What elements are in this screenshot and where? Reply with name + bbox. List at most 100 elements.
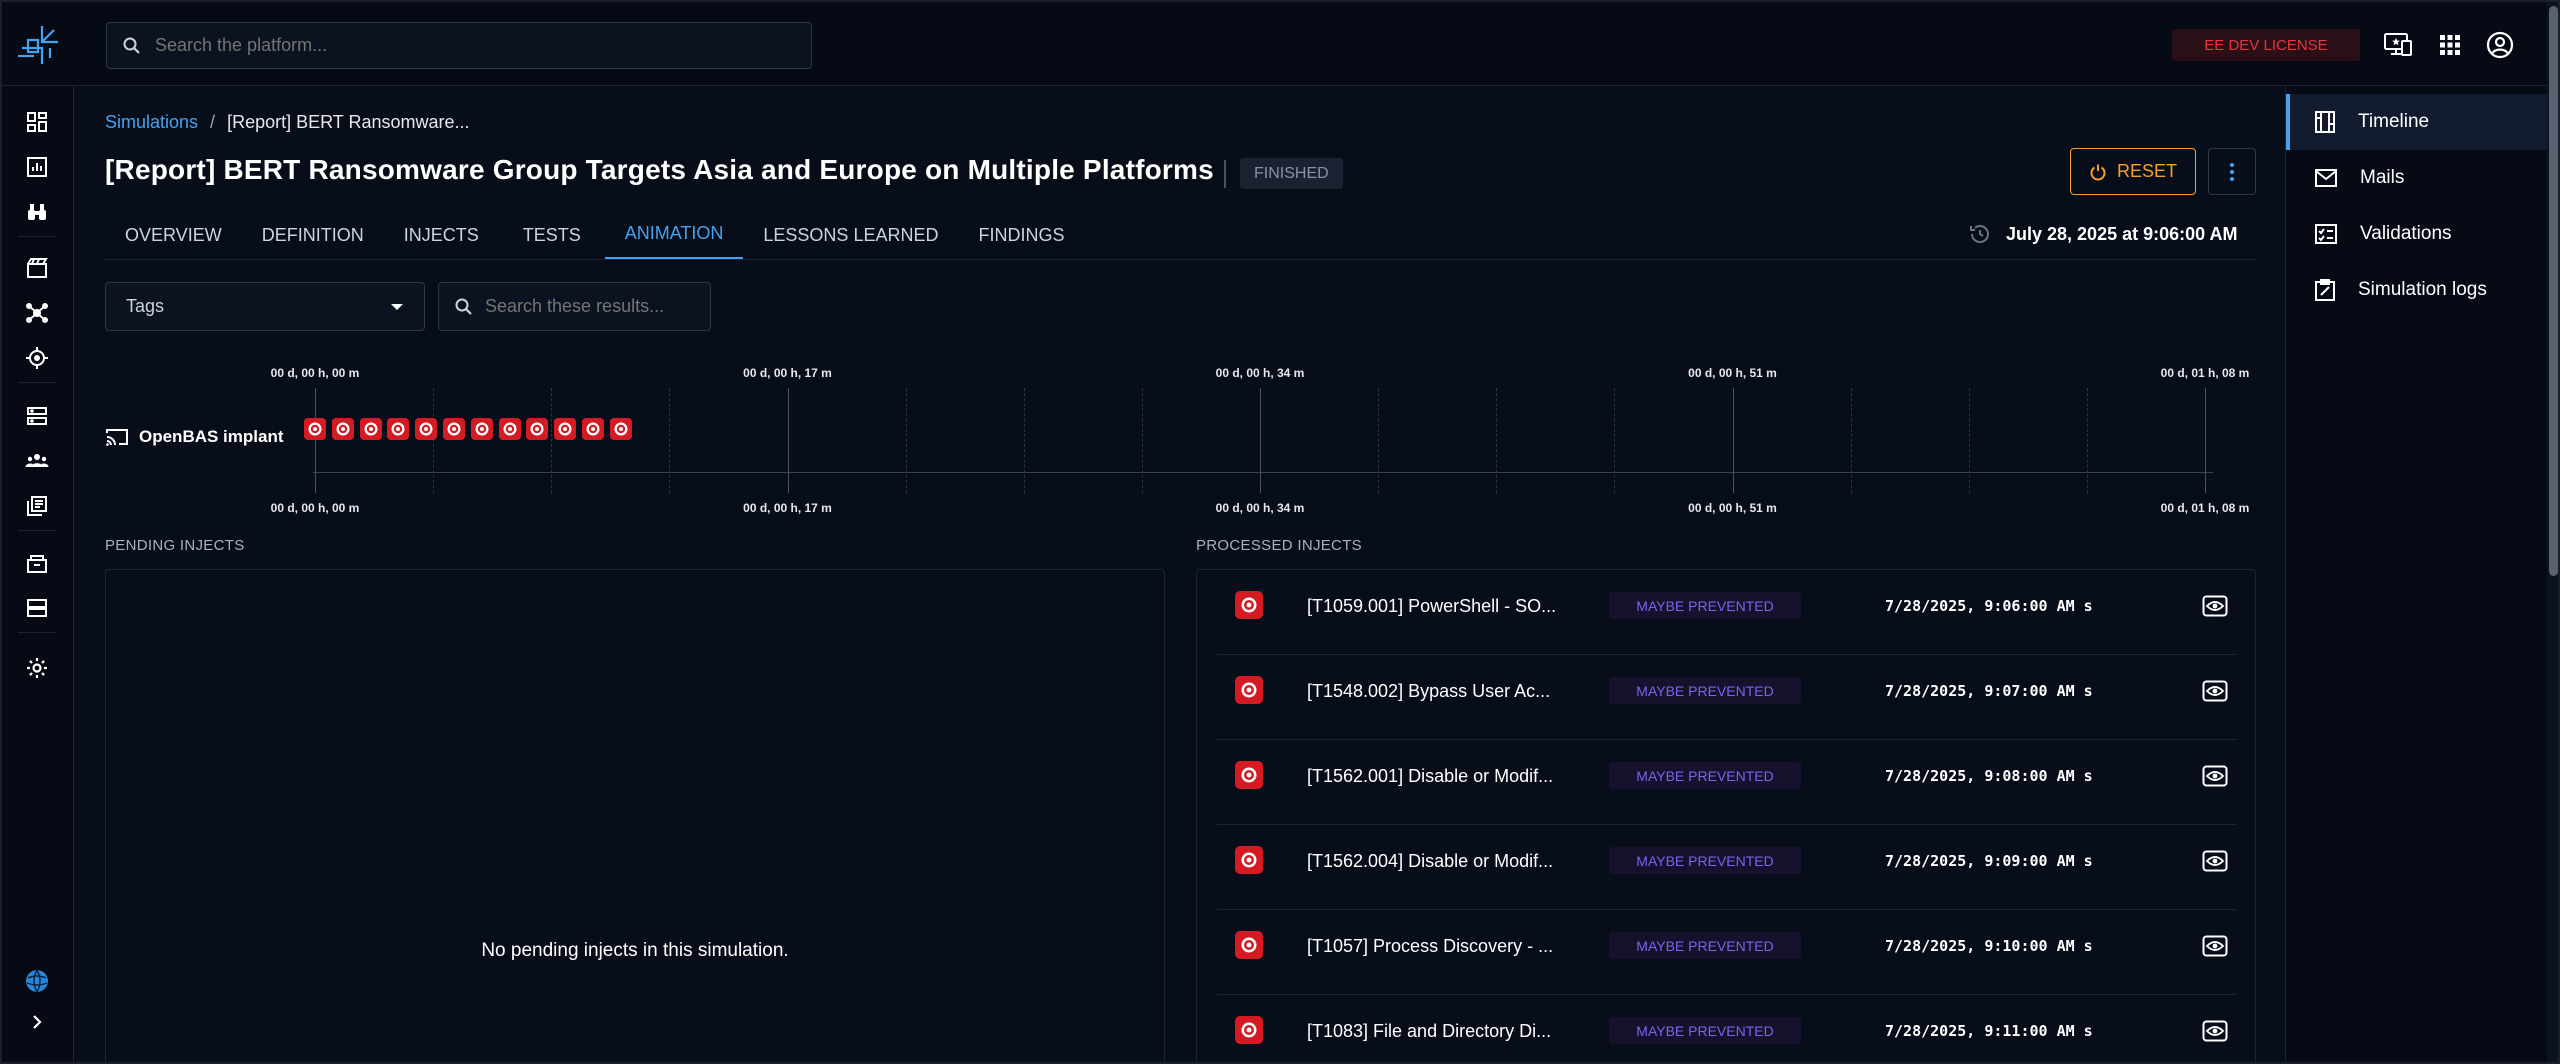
timeline-tick-top: 00 d, 01 h, 08 m — [2160, 366, 2250, 380]
tab-animation[interactable]: ANIMATION — [604, 210, 744, 260]
breadcrumb: Simulations / [Report] BERT Ransomware..… — [105, 112, 470, 133]
timeline-inject-marker[interactable] — [554, 418, 577, 440]
tags-filter-select[interactable]: Tags — [105, 282, 425, 331]
search-icon — [123, 37, 140, 54]
inject-target-icon — [1235, 1016, 1263, 1044]
view-inject-eye-icon[interactable] — [2201, 847, 2229, 875]
timeline-axis — [313, 472, 2213, 473]
assets-storage-icon[interactable] — [23, 402, 51, 430]
inject-status-badge: MAYBE PREVENTED — [1609, 762, 1801, 789]
view-inject-eye-icon[interactable] — [2201, 762, 2229, 790]
timeline-tick-top: 00 d, 00 h, 17 m — [743, 366, 832, 380]
inject-target-icon — [1235, 761, 1263, 789]
timeline-minor-gridline — [1023, 388, 1025, 493]
timeline-inject-marker[interactable] — [526, 418, 549, 440]
breadcrumb-simulations-link[interactable]: Simulations — [105, 112, 198, 133]
injects-timeline: OpenBAS implant 00 d, 00 h, 00 m 00 d, 00… — [105, 360, 2265, 520]
settings-gear-icon[interactable] — [23, 654, 51, 682]
platform-search-field[interactable] — [106, 22, 812, 69]
inject-name: [T1059.001] PowerShell - SO... — [1307, 596, 1557, 616]
filigran-globe-icon[interactable] — [23, 967, 51, 995]
crosshair-target-icon[interactable] — [23, 344, 51, 372]
teams-people-icon[interactable] — [23, 447, 51, 475]
payloads-package-icon[interactable] — [23, 549, 51, 577]
dashboard-icon[interactable] — [23, 108, 51, 136]
breadcrumb-current: [Report] BERT Ransomware... — [227, 112, 470, 132]
desktop-star-icon[interactable] — [2382, 29, 2414, 61]
search-icon — [455, 298, 472, 315]
tab-injects[interactable]: INJECTS — [384, 210, 499, 260]
rightnav-timeline[interactable]: Timeline — [2286, 94, 2548, 150]
processed-inject-row[interactable]: [T1562.001] Disable or Modif... MAYBE PRE… — [1217, 740, 2237, 825]
timeline-inject-marker[interactable] — [359, 418, 382, 440]
tab-definition[interactable]: DEFINITION — [242, 210, 384, 260]
inject-name: [T1562.004] Disable or Modif... — [1307, 851, 1554, 871]
inject-target-icon — [1235, 676, 1263, 704]
inject-execution-time: 7/28/2025, 9:11:00 AM s — [1885, 1022, 2093, 1040]
library-components-icon[interactable] — [23, 492, 51, 520]
timeline-inject-marker[interactable] — [442, 418, 465, 440]
inject-execution-time: 7/28/2025, 9:07:00 AM s — [1885, 682, 2093, 700]
apps-grid-icon[interactable] — [2434, 29, 2466, 61]
rightnav-validations[interactable]: Validations — [2286, 206, 2548, 262]
account-circle-icon[interactable] — [2484, 29, 2516, 61]
processed-inject-row[interactable]: [T1562.004] Disable or Modif... MAYBE PRE… — [1217, 825, 2237, 910]
tab-overview[interactable]: OVERVIEW — [105, 210, 242, 260]
integrations-storage-icon[interactable] — [23, 594, 51, 622]
timeline-inject-marker[interactable] — [581, 418, 604, 440]
view-inject-eye-icon[interactable] — [2201, 592, 2229, 620]
rightnav-mails[interactable]: Mails — [2286, 150, 2548, 206]
network-hub-icon[interactable] — [23, 299, 51, 327]
results-search-input[interactable] — [485, 296, 705, 317]
platform-search-input[interactable] — [155, 35, 795, 56]
timeline-inject-marker[interactable] — [470, 418, 493, 440]
tab-tests[interactable]: TESTS — [499, 210, 605, 260]
binoculars-icon[interactable] — [23, 198, 51, 226]
timeline-inject-marker[interactable] — [415, 418, 438, 440]
page-scrollbar-thumb[interactable] — [2549, 6, 2558, 576]
processed-inject-row[interactable]: [T1083] File and Directory Di... MAYBE PR… — [1217, 995, 2237, 1064]
simulations-clapperboard-icon[interactable] — [23, 254, 51, 282]
inject-name: [T1562.001] Disable or Modif... — [1307, 766, 1554, 786]
rightnav-simulation-logs[interactable]: Simulation logs — [2286, 262, 2548, 318]
more-options-button[interactable] — [2208, 148, 2256, 195]
view-inject-eye-icon[interactable] — [2201, 677, 2229, 705]
timeline-minor-gridline — [433, 388, 435, 493]
inject-execution-time: 7/28/2025, 9:06:00 AM s — [1885, 597, 2093, 615]
tab-lessons-learned[interactable]: LESSONS LEARNED — [743, 210, 958, 260]
reset-button[interactable]: RESET — [2070, 148, 2196, 195]
timeline-tick-top: 00 d, 00 h, 51 m — [1688, 366, 1777, 380]
timeline-minor-gridline — [1850, 388, 1852, 493]
reports-chart-icon[interactable] — [23, 153, 51, 181]
timeline-minor-gridline — [669, 388, 671, 493]
caret-down-icon — [391, 303, 403, 310]
tab-findings[interactable]: FINDINGS — [958, 210, 1084, 260]
timeline-inject-marker[interactable] — [331, 418, 354, 440]
timeline-minor-gridline — [1496, 388, 1498, 493]
inject-execution-time: 7/28/2025, 9:08:00 AM s — [1885, 767, 2093, 785]
inject-status-badge: MAYBE PREVENTED — [1609, 847, 1801, 874]
processed-inject-row[interactable]: [T1057] Process Discovery - ... MAYBE PRE… — [1217, 910, 2237, 995]
processed-inject-row[interactable]: [T1059.001] PowerShell - SO... MAYBE PREV… — [1217, 570, 2237, 655]
timeline-tick-bottom: 00 d, 01 h, 08 m — [2160, 501, 2250, 515]
timeline-inject-marker[interactable] — [498, 418, 521, 440]
timeline-inject-marker[interactable] — [387, 418, 410, 440]
view-inject-eye-icon[interactable] — [2201, 1017, 2229, 1045]
openbas-logo-icon[interactable] — [14, 22, 64, 68]
timeline-inject-marker[interactable] — [304, 418, 326, 440]
results-search-field[interactable] — [438, 282, 711, 331]
timeline-minor-gridline — [2086, 388, 2088, 493]
rightnav-simulation-logs-label: Simulation logs — [2358, 279, 2487, 300]
rightnav-mails-label: Mails — [2360, 167, 2405, 188]
timeline-inject-marker[interactable] — [609, 418, 632, 440]
license-badge[interactable]: EE DEV LICENSE — [2172, 29, 2360, 61]
expand-chevron-icon[interactable] — [23, 1008, 51, 1036]
timeline-minor-gridline — [1141, 388, 1143, 493]
timeline-minor-gridline — [1614, 388, 1616, 493]
more-vertical-icon — [2230, 162, 2234, 181]
simulation-tabs: OVERVIEW DEFINITION INJECTS TESTS ANIMAT… — [105, 210, 1084, 260]
timeline-tick-top: 00 d, 00 h, 00 m — [270, 366, 360, 380]
processed-inject-row[interactable]: [T1548.002] Bypass User Ac... MAYBE PREVE… — [1217, 655, 2237, 740]
view-inject-eye-icon[interactable] — [2201, 932, 2229, 960]
inject-status-badge: MAYBE PREVENTED — [1609, 1017, 1801, 1044]
